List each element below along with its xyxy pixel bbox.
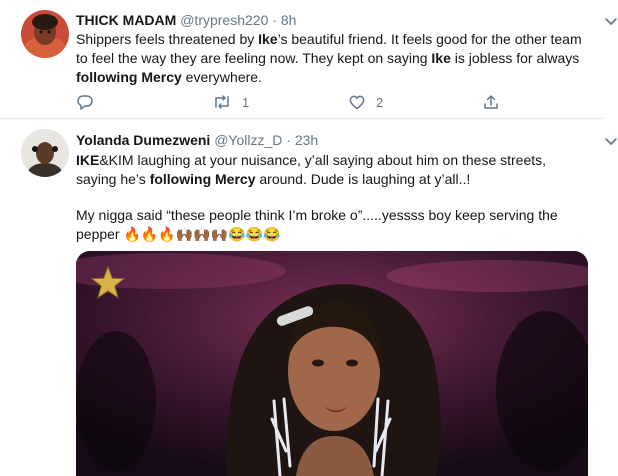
like-count: 2 [376, 94, 384, 110]
highlight-term: Ike [258, 31, 278, 47]
star-icon [90, 265, 126, 299]
like-button[interactable]: 2 [348, 92, 383, 112]
media-image [76, 251, 588, 476]
display-name[interactable]: Yolanda Dumezweni [76, 132, 210, 148]
tweet-header: THICK MADAM @trypresh220 · 8h [76, 11, 296, 29]
tweet-text-part: everywhere. [181, 69, 262, 85]
timestamp[interactable]: 23h [295, 132, 318, 148]
highlight-term: IKE [76, 152, 100, 168]
avatar-image [21, 129, 69, 177]
emoji-sequence: 🔥🔥🔥🙌🏾🙌🏾🙌🏾😂😂😂 [123, 226, 281, 242]
chevron-down-icon[interactable] [604, 134, 618, 148]
tweet-header: Yolanda Dumezweni @Yollzz_D · 23h [76, 131, 318, 149]
tweet-actions: 1 2 [76, 92, 516, 112]
display-name[interactable]: THICK MADAM [76, 12, 176, 28]
tweet-media-gif[interactable] [76, 251, 588, 476]
tweet-text: Shippers feels threatened by Ike’s beaut… [76, 30, 588, 87]
user-handle[interactable]: @trypresh220 [180, 12, 268, 28]
tweet-text-second-paragraph: My nigga said “these people think I’m br… [76, 206, 588, 244]
avatar-thick-madam[interactable] [21, 10, 69, 58]
share-button[interactable] [482, 92, 500, 112]
retweet-icon [215, 95, 229, 109]
highlight-term: following Mercy [76, 69, 182, 85]
avatar-image [21, 10, 69, 58]
like-icon [349, 95, 365, 110]
separator-dot: · [272, 12, 277, 28]
tweet-text: IKE&KIM laughing at your nuisance, y’all… [76, 151, 588, 189]
tweet-text-part: is jobless for always [450, 50, 580, 66]
user-handle[interactable]: @Yollzz_D [214, 132, 282, 148]
retweet-button[interactable]: 1 [212, 92, 249, 112]
chevron-down-icon[interactable] [604, 14, 618, 28]
tweet-text-part: around. Dude is laughing at y’all..! [255, 171, 471, 187]
reply-icon [77, 95, 93, 110]
separator-dot: · [286, 132, 291, 148]
avatar-yolanda-dumezweni[interactable] [21, 129, 69, 177]
timestamp[interactable]: 8h [281, 12, 297, 28]
retweet-count: 1 [242, 94, 250, 110]
tweet-text-part: Shippers feels threatened by [76, 31, 259, 47]
highlight-term: following Mercy [149, 171, 256, 187]
highlight-term: Ike [431, 50, 451, 66]
share-icon [484, 95, 498, 109]
reply-button[interactable] [76, 92, 104, 112]
